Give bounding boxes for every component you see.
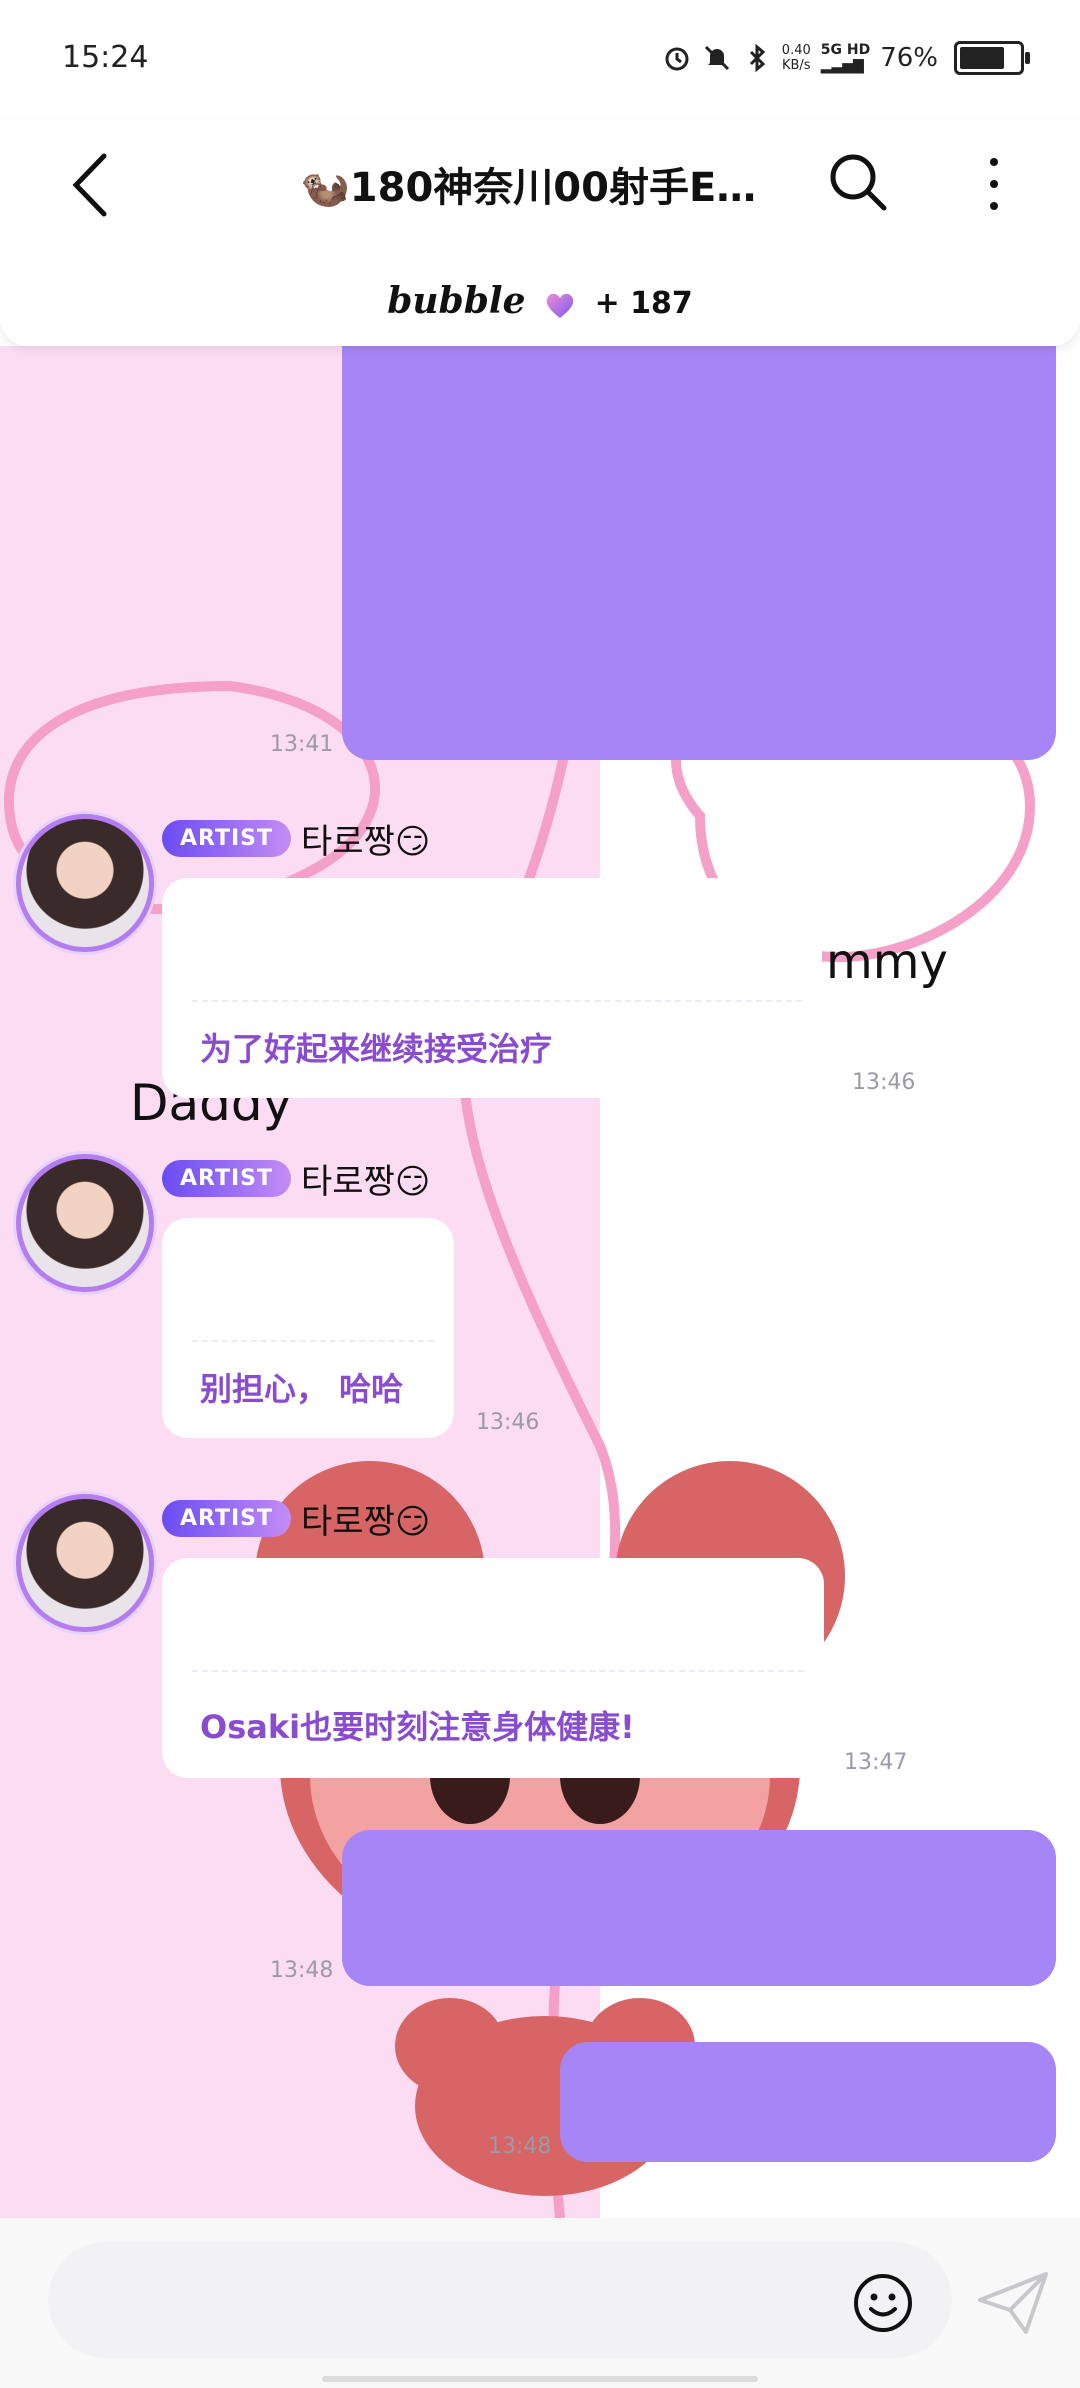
message-timestamp: 13:46 bbox=[852, 1070, 916, 1095]
bubble-logo: bubble bbox=[387, 280, 526, 322]
outgoing-message-bubble[interactable] bbox=[560, 2042, 1056, 2162]
translation-text: Osaki也要时刻注意身体健康! bbox=[200, 1708, 635, 1746]
mute-icon bbox=[704, 45, 729, 71]
incoming-message-bubble[interactable]: 别担心， 哈哈 bbox=[162, 1218, 454, 1438]
message-timestamp: 13:48 bbox=[270, 1958, 334, 1983]
artist-header: ARTIST 타로짱😏 bbox=[162, 1494, 430, 1543]
message-timestamp: 13:41 bbox=[270, 732, 334, 757]
bubble-member-row: bubble + 187 bbox=[0, 280, 1080, 322]
incoming-message-bubble[interactable]: 为了好起来继续接受治疗 bbox=[162, 878, 822, 1098]
send-icon[interactable] bbox=[976, 2270, 1050, 2336]
bluetooth-icon bbox=[749, 43, 766, 73]
artist-header: ARTIST 타로짱😏 bbox=[162, 814, 430, 863]
translation-divider bbox=[192, 1340, 434, 1342]
artist-avatar[interactable] bbox=[16, 1154, 154, 1292]
emoji-icon[interactable] bbox=[852, 2272, 914, 2334]
translation-divider bbox=[192, 1670, 804, 1672]
artist-name: 타로짱😏 bbox=[301, 1162, 431, 1202]
signal-indicator: 5G HD ▂▃▅▇ bbox=[820, 42, 871, 74]
message-timestamp: 13:48 bbox=[488, 2134, 552, 2159]
message-input-bar bbox=[0, 2218, 1080, 2388]
status-bar: 15:24 0.40 KB/s 5G HD ▂▃▅▇ 76% bbox=[0, 0, 1080, 120]
outgoing-message-bubble[interactable] bbox=[342, 1830, 1056, 1986]
chat-area[interactable]: Daddy 13:41 ARTIST 타로짱😏 为了好起来继续接受治疗 mmy … bbox=[0, 346, 1080, 2218]
battery-icon bbox=[954, 41, 1030, 75]
back-arrow-icon[interactable] bbox=[66, 150, 116, 220]
battery-percent: 76% bbox=[880, 43, 938, 73]
translation-text: 为了好起来继续接受治疗 bbox=[200, 1030, 553, 1068]
message-timestamp: 13:47 bbox=[844, 1750, 908, 1775]
artist-avatar[interactable] bbox=[16, 1494, 154, 1632]
artist-badge: ARTIST bbox=[162, 1160, 292, 1197]
artist-name: 타로짱😏 bbox=[301, 1502, 431, 1542]
artist-header: ARTIST 타로짱😏 bbox=[162, 1154, 430, 1203]
artist-badge: ARTIST bbox=[162, 1500, 292, 1537]
search-icon[interactable] bbox=[826, 150, 890, 214]
chat-header: 🦦180神奈川00射手E… bubble + 187 bbox=[0, 120, 1080, 346]
incoming-message-bubble[interactable]: Osaki也要时刻注意身体健康! bbox=[162, 1558, 824, 1778]
heart-icon bbox=[546, 293, 574, 318]
artist-name: 타로짱😏 bbox=[301, 822, 431, 862]
alarm-icon bbox=[665, 47, 689, 71]
message-input[interactable] bbox=[48, 2242, 952, 2358]
translation-text: 别担心， 哈哈 bbox=[200, 1370, 404, 1408]
member-count: + 187 bbox=[594, 286, 693, 321]
chat-title: 🦦180神奈川00射手E… bbox=[300, 165, 757, 211]
translation-divider bbox=[192, 1000, 802, 1002]
artist-avatar[interactable] bbox=[16, 814, 154, 952]
status-icons: 0.40 KB/s 5G HD ▂▃▅▇ 76% bbox=[662, 36, 1030, 80]
home-indicator bbox=[322, 2376, 758, 2382]
message-text-fragment: mmy bbox=[826, 934, 948, 990]
more-options-icon[interactable] bbox=[984, 152, 1004, 216]
battery-fill bbox=[960, 47, 1005, 69]
outgoing-message-bubble[interactable] bbox=[342, 346, 1056, 760]
net-speed: 0.40 KB/s bbox=[781, 43, 811, 73]
status-time: 15:24 bbox=[62, 40, 149, 75]
artist-badge: ARTIST bbox=[162, 820, 292, 857]
message-timestamp: 13:46 bbox=[476, 1410, 540, 1435]
